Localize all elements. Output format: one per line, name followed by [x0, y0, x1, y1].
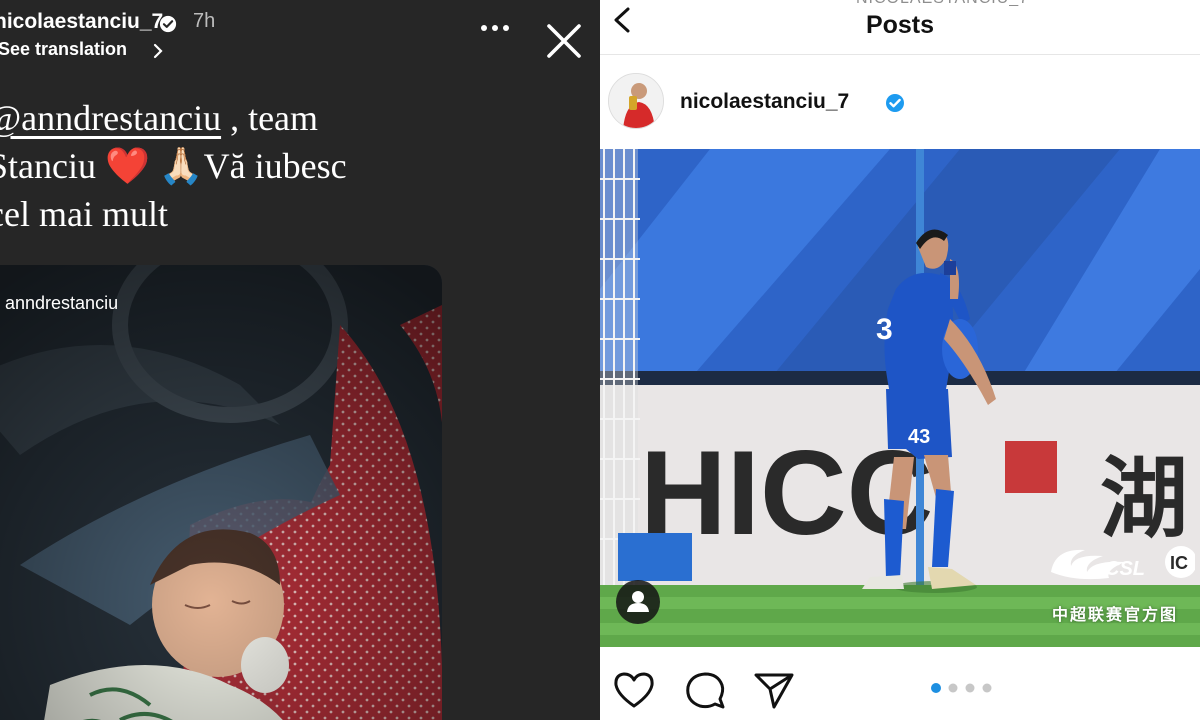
post-photo[interactable]: HICC 湖 43 3 CSL IC 中超联赛官方图 [600, 149, 1200, 647]
comment-icon[interactable] [684, 669, 728, 713]
tag-people-button[interactable] [616, 580, 660, 624]
shared-post-card[interactable]: anndrestanciu [0, 265, 442, 720]
see-translation-link[interactable]: See translation [0, 39, 127, 60]
top-bar-username: NICOLAESTANCIU_7 [856, 0, 1029, 8]
post-viewer: NICOLAESTANCIU_7 Posts nicolaestanciu_7 [600, 0, 1200, 720]
carousel-dot-3 [965, 683, 975, 693]
story-timestamp: 7h [193, 10, 216, 32]
carousel-dot-4 [982, 683, 992, 693]
caption-line-2: Stanciu ❤️ 🙏🏻Vă iubesc [0, 146, 347, 186]
heart-icon[interactable] [612, 669, 656, 713]
verified-badge-icon [886, 94, 904, 112]
caption-mention[interactable]: @anndrestanciu [0, 98, 221, 138]
verified-badge-icon [159, 15, 177, 33]
caption-line-3: cel mai mult [0, 194, 168, 234]
svg-text:3: 3 [876, 313, 893, 346]
share-icon[interactable] [752, 669, 796, 713]
post-header: nicolaestanciu_7 [600, 55, 1200, 149]
svg-text:湖: 湖 [1100, 449, 1188, 548]
svg-text:43: 43 [908, 426, 930, 448]
avatar[interactable] [608, 73, 664, 129]
post-username[interactable]: nicolaestanciu_7 [680, 90, 849, 114]
shared-post-username[interactable]: anndrestanciu [5, 293, 118, 314]
story-caption: @anndrestanciu , team Stanciu ❤️ 🙏🏻Vă iu… [0, 94, 548, 238]
svg-text:CSL: CSL [1105, 558, 1145, 580]
page-title: Posts [865, 11, 935, 39]
caption-line-1: , team [221, 98, 319, 138]
story-viewer: nicolaestanciu_7 7h See translation @ann… [0, 0, 600, 720]
post-top-bar: NICOLAESTANCIU_7 Posts [600, 0, 1200, 55]
image-watermark-text: 中超联赛官方图 [1052, 607, 1179, 624]
post-action-bar [600, 647, 1200, 720]
carousel-dot-1 [931, 683, 941, 693]
svg-text:IC: IC [1170, 553, 1188, 573]
more-options-icon[interactable] [480, 22, 510, 34]
story-username[interactable]: nicolaestanciu_7 [0, 10, 163, 34]
chevron-right-icon [153, 43, 163, 59]
tag-people-icon [627, 591, 649, 612]
csl-logo: CSL IC [1051, 546, 1195, 580]
carousel-dot-2 [948, 683, 958, 693]
carousel-indicator [931, 683, 992, 693]
close-icon[interactable] [545, 22, 583, 60]
story-header: nicolaestanciu_7 7h See translation [0, 6, 600, 66]
sleeping-baby-photo [0, 265, 442, 720]
